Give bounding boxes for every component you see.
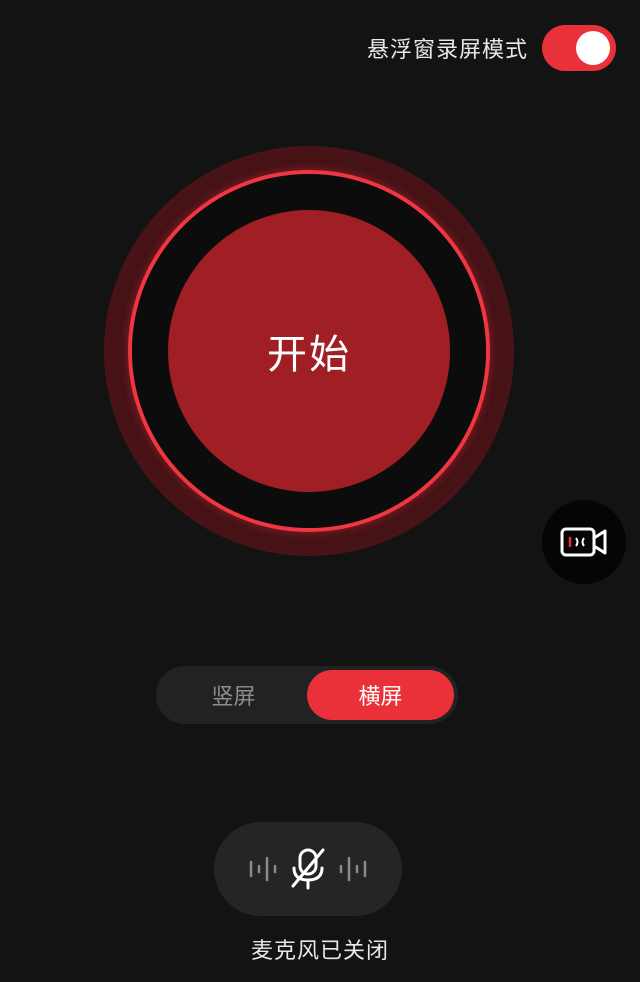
floating-mode-label: 悬浮窗录屏模式: [366, 38, 528, 63]
toggle-knob: [576, 31, 610, 65]
microphone-status-text: 麦克风已关闭: [250, 939, 389, 964]
orientation-switch: 竖屏 横屏: [156, 666, 458, 724]
start-label: 开始: [267, 332, 351, 378]
video-camera-icon: [560, 527, 607, 557]
floating-mode-row: 悬浮窗录屏模式: [367, 22, 616, 74]
orientation-portrait-option[interactable]: 竖屏: [160, 670, 307, 720]
camera-button[interactable]: [542, 500, 626, 584]
microphone-muted-icon: [249, 848, 367, 890]
start-record-button[interactable]: 开始: [168, 210, 450, 492]
microphone-button[interactable]: [214, 822, 402, 916]
floating-mode-toggle[interactable]: [542, 25, 616, 71]
orientation-landscape-option[interactable]: 横屏: [307, 670, 454, 720]
record-button-area: 开始: [104, 146, 514, 556]
screen-recorder-screen: 悬浮窗录屏模式 开始 竖屏 横屏 麦克风已关闭: [0, 0, 640, 982]
